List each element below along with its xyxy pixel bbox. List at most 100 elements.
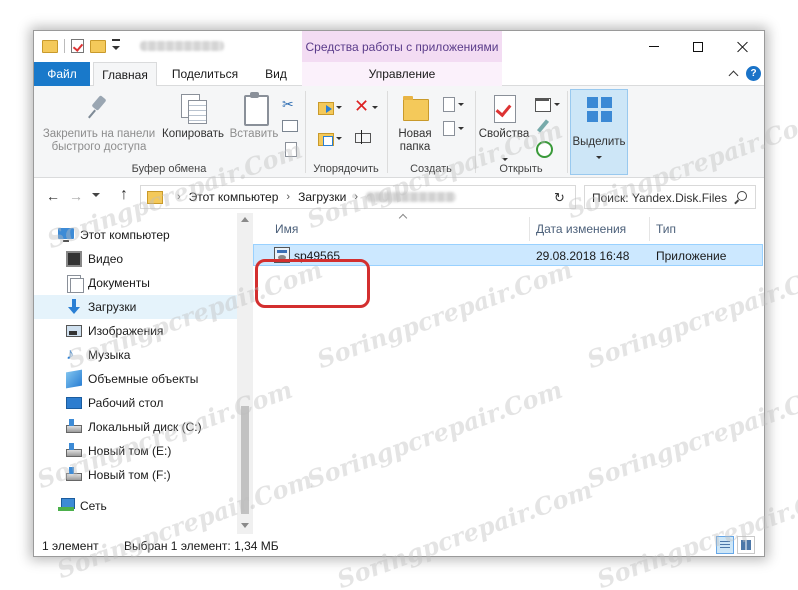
group-organize-label: Упорядочить bbox=[313, 163, 379, 175]
details-view-icon[interactable] bbox=[716, 536, 734, 554]
maximize-button[interactable] bbox=[675, 31, 720, 62]
large-icons-view-icon[interactable] bbox=[737, 536, 755, 554]
nav-item-3d-objects[interactable]: Объемные объекты bbox=[34, 367, 237, 391]
tab-file[interactable]: Файл bbox=[34, 62, 90, 86]
nav-item-label: Объемные объекты bbox=[88, 372, 199, 386]
nav-item-label: Рабочий стол bbox=[88, 396, 164, 410]
nav-item-music[interactable]: ♪ Музыка bbox=[34, 343, 237, 367]
select-label: Выделить bbox=[572, 136, 626, 148]
nav-item-label: Видео bbox=[88, 252, 124, 266]
tab-home[interactable]: Главная bbox=[93, 62, 157, 87]
file-type: Приложение bbox=[656, 249, 727, 263]
scroll-down-icon[interactable] bbox=[241, 523, 249, 528]
copy-path-icon[interactable] bbox=[282, 120, 298, 132]
tab-manage[interactable]: Управление bbox=[302, 62, 502, 86]
drive-icon bbox=[66, 419, 82, 433]
pin-quick-access-button[interactable]: Закрепить на панели быстрого доступа bbox=[40, 92, 158, 154]
nav-item-this-pc[interactable]: Этот компьютер bbox=[34, 223, 237, 247]
close-icon bbox=[737, 41, 749, 53]
new-folder-button[interactable]: Новая папка bbox=[392, 92, 438, 154]
breadcrumb-blurred[interactable] bbox=[366, 192, 457, 202]
forward-button[interactable]: → bbox=[69, 188, 83, 204]
crumb-separator[interactable]: › bbox=[354, 191, 358, 203]
up-button[interactable]: ↑ bbox=[120, 186, 128, 204]
title-bar: Средства работы с приложениями bbox=[34, 31, 764, 62]
tab-view[interactable]: Вид bbox=[256, 62, 296, 86]
paste-shortcut-icon[interactable] bbox=[282, 141, 298, 157]
new-folder-icon bbox=[399, 92, 431, 124]
breadcrumb-this-pc[interactable]: Этот компьютер bbox=[189, 190, 279, 204]
nav-scrollbar[interactable] bbox=[237, 213, 253, 534]
view-switcher bbox=[716, 536, 755, 554]
crumb-separator[interactable]: › bbox=[286, 191, 290, 203]
refresh-button[interactable]: ↻ bbox=[554, 190, 568, 205]
properties-icon[interactable] bbox=[71, 39, 84, 53]
search-placeholder: Поиск: Yandex.Disk.Files bbox=[592, 191, 728, 205]
nav-item-drive-c[interactable]: Локальный диск (C:) bbox=[34, 415, 237, 439]
copy-button[interactable]: Копировать bbox=[160, 92, 226, 141]
collapse-ribbon-icon[interactable] bbox=[726, 66, 740, 80]
crumb-separator[interactable]: › bbox=[177, 191, 181, 203]
selection-info: Выбран 1 элемент: 1,34 МБ bbox=[124, 539, 279, 553]
copy-to-icon[interactable] bbox=[318, 130, 334, 146]
pin-label: Закрепить на панели быстрого доступа bbox=[42, 128, 156, 153]
nav-item-network[interactable]: Сеть bbox=[34, 494, 237, 518]
search-input[interactable]: Поиск: Yandex.Disk.Files bbox=[584, 185, 756, 209]
nav-item-video[interactable]: Видео bbox=[34, 247, 237, 271]
nav-item-label: Этот компьютер bbox=[80, 228, 170, 242]
nav-item-desktop[interactable]: Рабочий стол bbox=[34, 391, 237, 415]
computer-icon bbox=[58, 228, 74, 242]
new-item-icon[interactable] bbox=[440, 96, 456, 112]
breadcrumb-downloads[interactable]: Загрузки bbox=[298, 190, 346, 204]
nav-item-label: Документы bbox=[88, 276, 150, 290]
nav-item-drive-f[interactable]: Новый том (F:) bbox=[34, 463, 237, 487]
desktop-icon bbox=[66, 397, 82, 409]
back-button[interactable]: ← bbox=[46, 188, 60, 204]
tab-share[interactable]: Поделиться bbox=[164, 62, 246, 86]
minimize-icon bbox=[648, 46, 659, 47]
column-header-date[interactable]: Дата изменения bbox=[536, 217, 646, 241]
item-count: 1 элемент bbox=[42, 539, 99, 553]
new-folder-icon[interactable] bbox=[90, 39, 106, 53]
nav-item-drive-e[interactable]: Новый том (E:) bbox=[34, 439, 237, 463]
column-header-name[interactable]: Имя bbox=[275, 217, 525, 241]
drive-icon bbox=[66, 443, 82, 457]
cut-icon[interactable]: ✂ bbox=[282, 96, 298, 112]
properties-button[interactable]: Свойства bbox=[478, 92, 530, 141]
paste-button[interactable]: Вставить bbox=[228, 92, 280, 141]
scrollbar-thumb[interactable] bbox=[241, 406, 249, 514]
minimize-button[interactable] bbox=[631, 31, 676, 62]
scroll-up-icon[interactable] bbox=[241, 217, 249, 222]
open-icon[interactable] bbox=[535, 96, 551, 112]
maximize-icon bbox=[692, 41, 703, 52]
recent-locations-dropdown[interactable] bbox=[92, 193, 100, 197]
ribbon: Закрепить на панели быстрого доступа Коп… bbox=[34, 86, 764, 178]
ribbon-tabs: Файл Главная Поделиться Вид Управление ? bbox=[34, 62, 764, 87]
pictures-icon bbox=[66, 325, 82, 337]
properties-icon bbox=[488, 92, 520, 124]
delete-icon[interactable]: ✕ bbox=[354, 97, 370, 115]
address-bar[interactable]: › Этот компьютер › Загрузки › bbox=[140, 185, 649, 209]
history-icon[interactable] bbox=[535, 140, 553, 158]
network-icon bbox=[58, 498, 75, 514]
select-button[interactable]: Выделить bbox=[570, 89, 628, 175]
nav-item-documents[interactable]: Документы bbox=[34, 271, 237, 295]
move-to-icon[interactable] bbox=[318, 99, 334, 115]
file-date: 29.08.2018 16:48 bbox=[536, 249, 630, 263]
help-icon[interactable]: ? bbox=[746, 66, 761, 81]
drive-icon bbox=[66, 467, 82, 481]
folder-icon bbox=[42, 39, 58, 53]
copy-label: Копировать bbox=[162, 128, 224, 140]
customize-qat-dropdown[interactable] bbox=[112, 38, 120, 50]
edit-icon[interactable] bbox=[535, 118, 551, 134]
rename-icon[interactable] bbox=[354, 129, 371, 145]
paste-icon bbox=[238, 92, 270, 126]
nav-item-pictures[interactable]: Изображения bbox=[34, 319, 237, 343]
easy-access-icon[interactable] bbox=[440, 120, 456, 136]
select-icon bbox=[585, 95, 615, 125]
3d-objects-icon bbox=[66, 369, 82, 389]
column-header-type[interactable]: Тип bbox=[656, 217, 756, 241]
close-button[interactable] bbox=[720, 31, 764, 62]
copy-icon bbox=[177, 92, 209, 124]
nav-item-downloads[interactable]: Загрузки bbox=[34, 295, 237, 319]
